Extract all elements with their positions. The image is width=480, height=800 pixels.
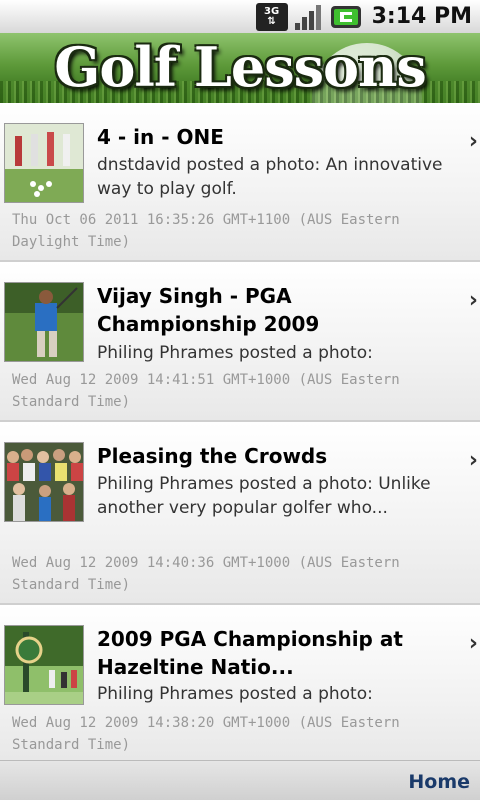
list-item[interactable]: Pleasing the Crowds Philing Phrames post… bbox=[0, 422, 480, 605]
home-link[interactable]: Home bbox=[408, 771, 470, 793]
post-date: Wed Aug 12 2009 14:40:36 GMT+1000 (AUS E… bbox=[12, 555, 400, 593]
post-date: Wed Aug 12 2009 14:41:51 GMT+1000 (AUS E… bbox=[12, 372, 400, 410]
chevron-right-icon: › bbox=[468, 288, 478, 313]
chevron-right-icon: › bbox=[468, 129, 478, 154]
post-description: Philing Phrames posted a photo: bbox=[97, 343, 373, 363]
post-title: 2009 PGA Championship at Hazeltine Natio… bbox=[97, 627, 403, 679]
post-thumbnail bbox=[4, 123, 84, 203]
post-title: 4 - in - ONE bbox=[97, 125, 224, 149]
post-description: Philing Phrames posted a photo: Unlike a… bbox=[97, 474, 431, 518]
battery-icon bbox=[330, 4, 364, 30]
post-description: dnstdavid posted a photo: An innovative … bbox=[97, 155, 443, 199]
chevron-right-icon: › bbox=[468, 631, 478, 656]
status-bar: 3G ⇅ 3:14 PM bbox=[0, 0, 480, 33]
post-thumbnail bbox=[4, 625, 84, 705]
list-item[interactable]: 4 - in - ONE dnstdavid posted a photo: A… bbox=[0, 103, 480, 262]
post-date: Wed Aug 12 2009 14:38:20 GMT+1000 (AUS E… bbox=[12, 715, 400, 753]
chevron-right-icon: › bbox=[468, 448, 478, 473]
footer-bar: Home bbox=[0, 760, 480, 800]
list-item[interactable]: Vijay Singh - PGA Championship 2009 Phil… bbox=[0, 262, 480, 422]
clock-time: 3:14 PM bbox=[371, 4, 472, 29]
post-date: Thu Oct 06 2011 16:35:26 GMT+1100 (AUS E… bbox=[12, 212, 400, 250]
post-list: 4 - in - ONE dnstdavid posted a photo: A… bbox=[0, 103, 480, 760]
post-thumbnail bbox=[4, 442, 84, 522]
app-title: Golf Lessons bbox=[54, 35, 426, 99]
3g-arrows-icon: 3G ⇅ bbox=[255, 2, 288, 31]
post-description: Philing Phrames posted a photo: bbox=[97, 684, 373, 704]
post-title: Vijay Singh - PGA Championship 2009 bbox=[97, 284, 320, 336]
network-label: 3G bbox=[264, 5, 280, 17]
signal-bars-icon bbox=[294, 3, 324, 31]
post-thumbnail bbox=[4, 282, 84, 362]
list-item[interactable]: 2009 PGA Championship at Hazeltine Natio… bbox=[0, 605, 480, 760]
app-header-banner: Golf Lessons bbox=[0, 33, 480, 103]
post-title: Pleasing the Crowds bbox=[97, 444, 328, 468]
